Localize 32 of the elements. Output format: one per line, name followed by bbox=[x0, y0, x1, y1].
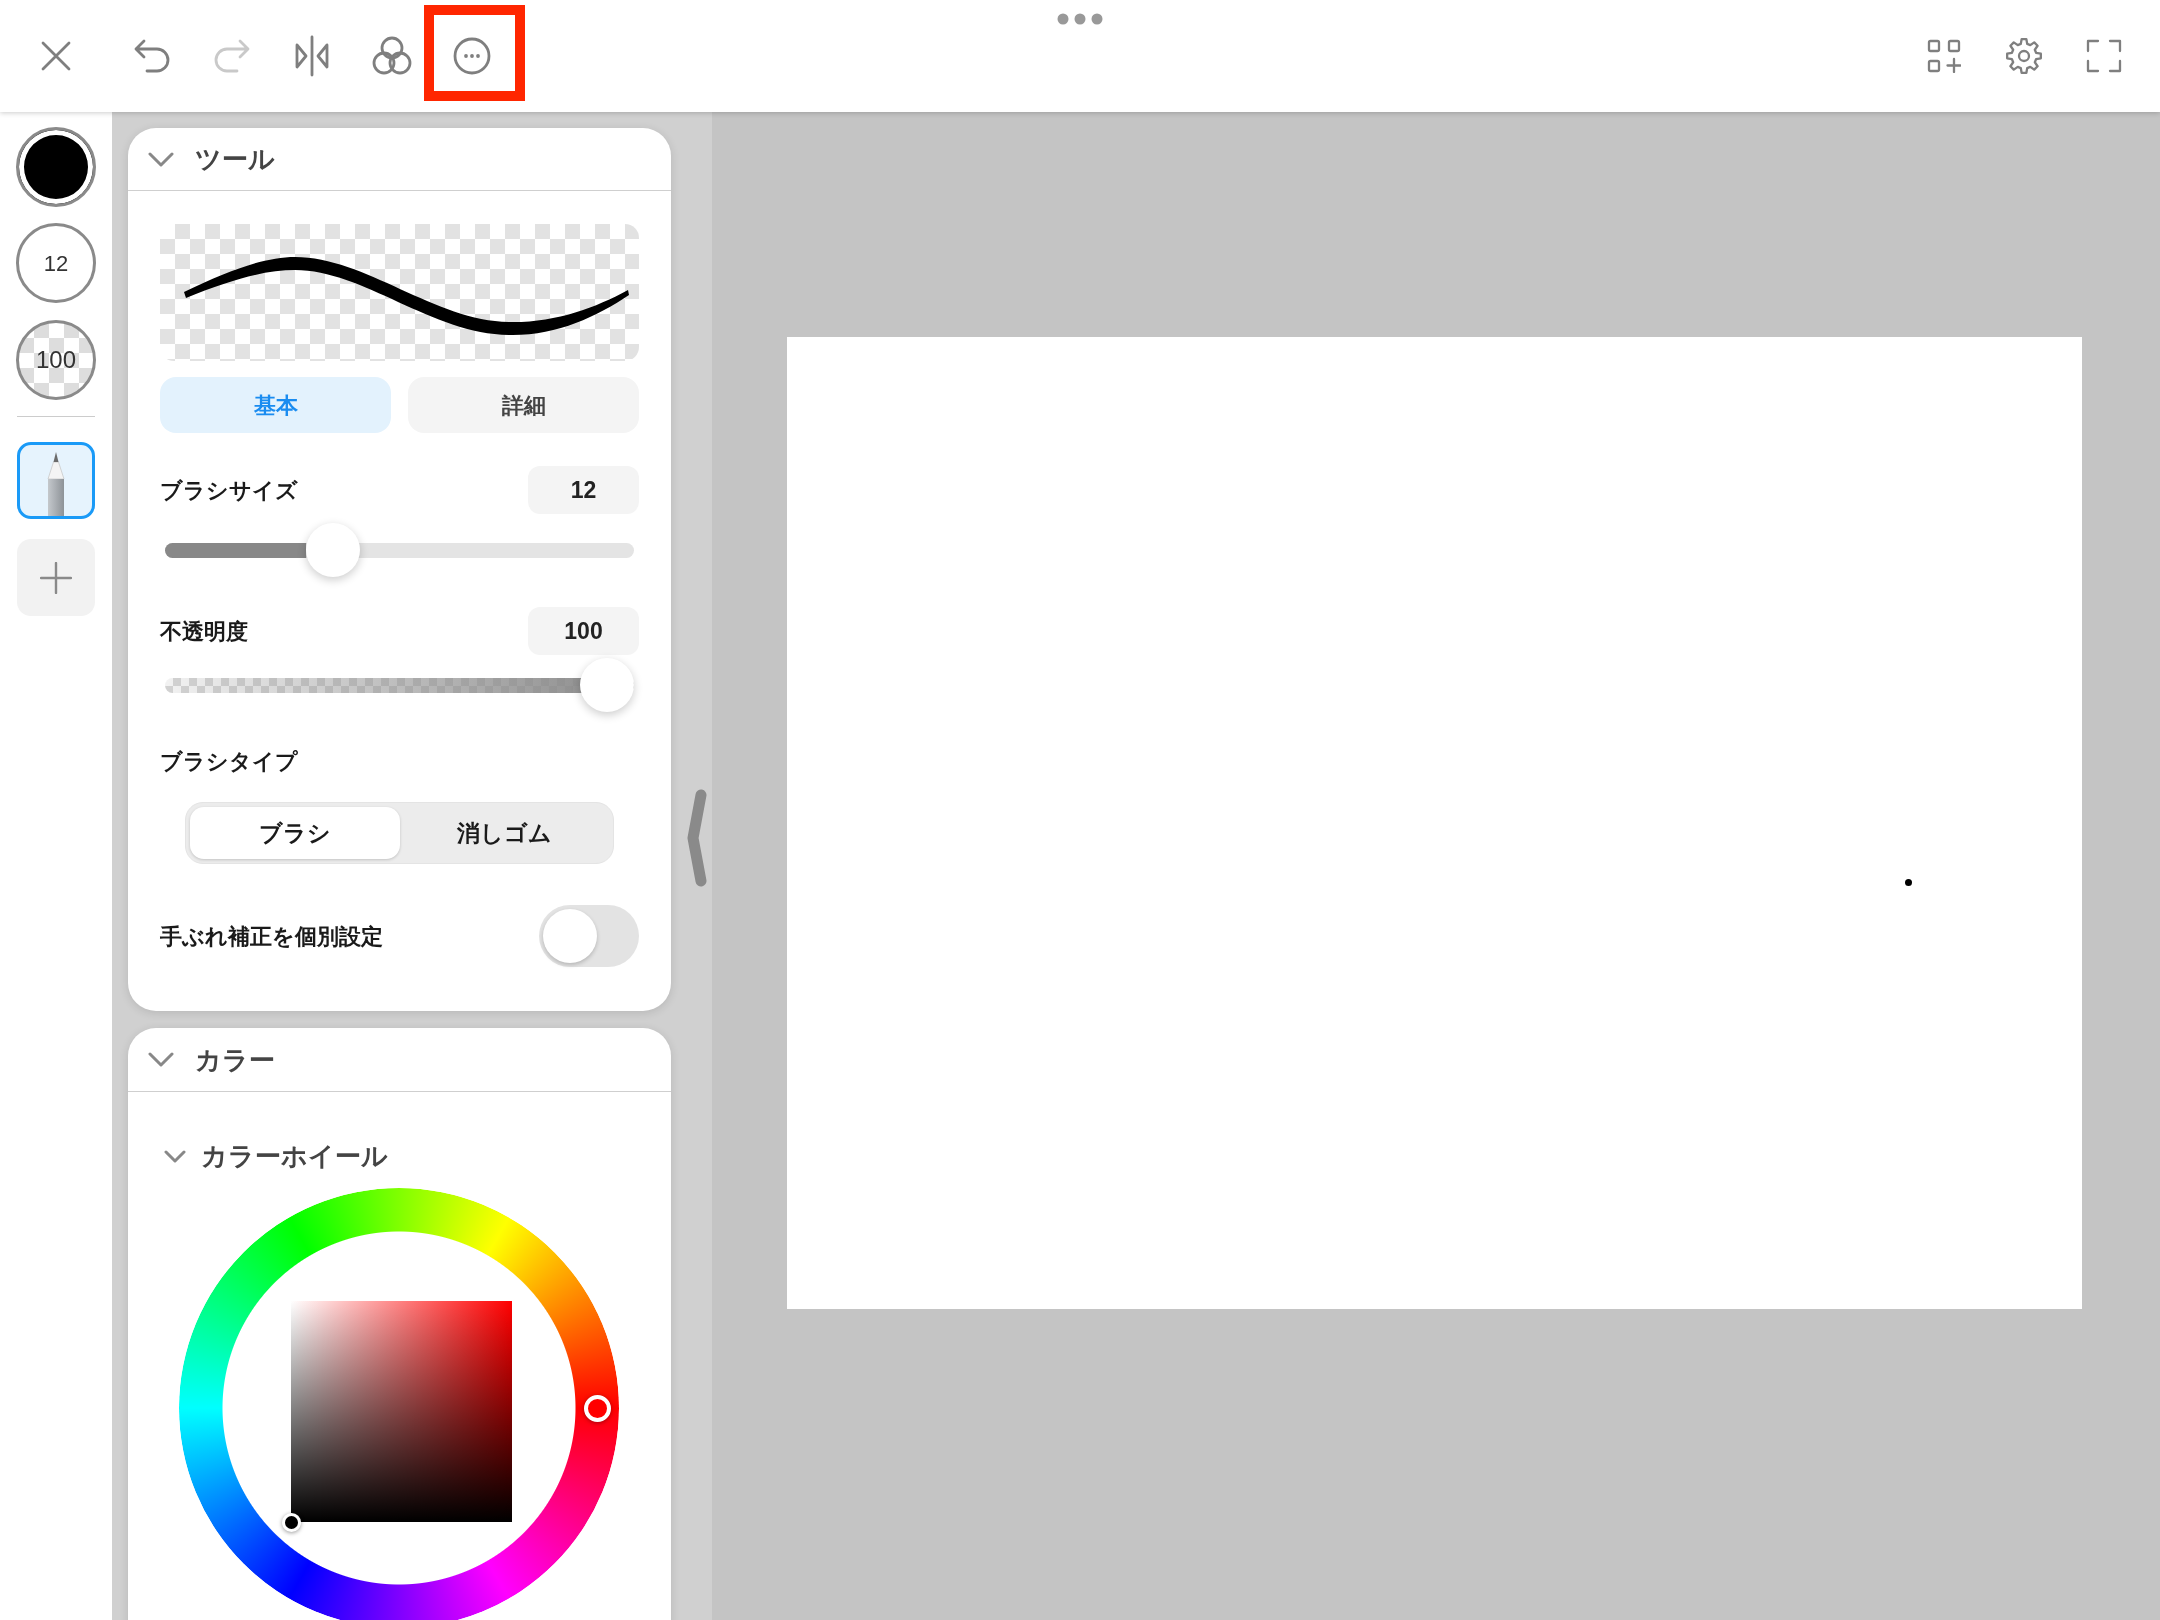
field-label: 不透明度 bbox=[160, 617, 248, 646]
brush-size-field[interactable]: 12 bbox=[528, 466, 639, 514]
opacity-field[interactable]: 100 bbox=[528, 607, 639, 655]
settings-icon bbox=[2005, 37, 2043, 75]
undo-icon bbox=[133, 38, 171, 74]
segment-option[interactable]: ブラシ bbox=[190, 807, 400, 859]
segment-option[interactable]: 消しゴム bbox=[399, 807, 609, 859]
close-icon bbox=[41, 41, 71, 71]
section-header[interactable]: カラー bbox=[148, 1046, 275, 1073]
plus-icon bbox=[40, 561, 72, 594]
three-dots-icon[interactable] bbox=[1057, 13, 1103, 25]
saturation-brightness-square[interactable] bbox=[291, 1301, 512, 1522]
pencil-icon bbox=[46, 452, 66, 516]
more-icon bbox=[453, 37, 491, 75]
overlapping-circles-icon bbox=[372, 36, 412, 76]
add-tool-button[interactable] bbox=[17, 539, 95, 616]
field-label: ブラシサイズ bbox=[160, 476, 298, 505]
brush-size-button[interactable]: 12 bbox=[16, 223, 96, 303]
slider-thumb[interactable] bbox=[306, 523, 361, 577]
fullscreen-icon bbox=[2086, 39, 2122, 73]
subsection-header[interactable]: カラーホイール bbox=[164, 1143, 388, 1169]
redo-icon bbox=[213, 38, 251, 74]
grid-plus-icon bbox=[1927, 39, 1961, 73]
tab[interactable]: 詳細 bbox=[408, 377, 639, 433]
pencil-tool-button[interactable] bbox=[17, 442, 95, 519]
field-label: ブラシタイプ bbox=[160, 748, 298, 776]
field-label: 手ぶれ補正を個別設定 bbox=[160, 922, 383, 951]
handle-icon[interactable] bbox=[687, 789, 707, 887]
section-header[interactable]: ツール bbox=[148, 146, 275, 172]
mirror-icon bbox=[294, 35, 330, 77]
opacity-button[interactable]: 100 bbox=[16, 320, 96, 400]
slider-thumb[interactable] bbox=[580, 658, 634, 712]
